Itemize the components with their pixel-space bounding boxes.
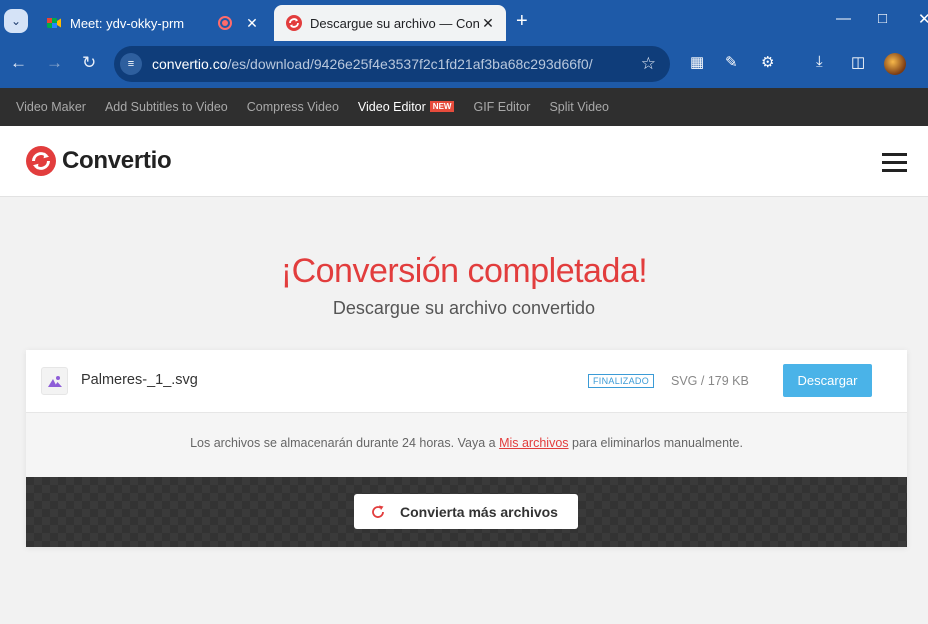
sidepanel-icon[interactable]: ◫ [851, 53, 865, 71]
convert-more-button[interactable]: Convierta más archivos [354, 494, 578, 529]
logo-text: Convertio [62, 147, 172, 174]
site-top-nav: Video Maker Add Subtitles to Video Compr… [0, 88, 928, 126]
meet-icon [47, 18, 61, 28]
tab-convertio[interactable]: Descargue su archivo — Convertio ✕ [274, 5, 506, 41]
nav-video-maker[interactable]: Video Maker [16, 100, 86, 114]
file-name: Palmeres-_1_.svg [81, 372, 198, 388]
site-settings-icon[interactable]: ≡ [120, 53, 142, 75]
page-subtitle: Descargue su archivo convertido [332, 298, 596, 318]
page-title: ¡Conversión completada! [280, 252, 648, 290]
record-icon [218, 16, 232, 30]
tab-title: Descargue su archivo — Convertio [310, 15, 480, 31]
download-icon[interactable]: ⤓ [816, 53, 823, 70]
status-badge: FINALIZADO [588, 374, 655, 388]
nav-compress-video[interactable]: Compress Video [247, 100, 339, 114]
logo[interactable]: Convertio [26, 146, 172, 176]
image-icon [41, 367, 68, 395]
back-icon[interactable]: ← [10, 53, 27, 73]
minimize-icon[interactable]: — [836, 10, 851, 27]
browser-toolbar: ← → ↻ ≡ convertio.co/es/download/9426e25… [0, 41, 928, 88]
close-icon[interactable]: ✕ [244, 15, 260, 32]
hamburger-icon[interactable] [882, 153, 907, 177]
star-icon[interactable]: ☆ [641, 54, 656, 74]
refresh-icon [370, 504, 386, 520]
convert-more-label: Convierta más archivos [400, 503, 558, 520]
site-header: Convertio [0, 126, 928, 197]
extensions-icon[interactable]: ⚙ [761, 53, 774, 71]
tab-meet[interactable]: Meet: ydv-okky-prm ✕ [34, 5, 270, 41]
retention-note: Los archivos se almacenarán durante 24 h… [190, 436, 743, 450]
nav-add-subtitles[interactable]: Add Subtitles to Video [105, 100, 228, 114]
eyedropper-icon[interactable]: ✎ [725, 53, 738, 71]
reload-icon[interactable]: ↻ [82, 53, 96, 73]
browser-titlebar: ⌄ Meet: ydv-okky-prm ✕ Descargue su arch… [0, 0, 928, 41]
chevron-down-icon: ⌄ [10, 14, 22, 28]
file-row: Palmeres-_1_.svg FINALIZADO SVG / 179 KB… [26, 350, 907, 413]
nav-video-editor[interactable]: Video Editor NEW [358, 100, 455, 114]
download-button[interactable]: Descargar [783, 364, 872, 397]
convertio-icon [286, 15, 302, 31]
download-card: Palmeres-_1_.svg FINALIZADO SVG / 179 KB… [26, 350, 907, 547]
tab-search-button[interactable]: ⌄ [4, 9, 28, 33]
close-icon[interactable]: ✕ [480, 15, 496, 32]
plus-icon[interactable]: + [516, 10, 528, 33]
nav-split-video[interactable]: Split Video [549, 100, 609, 114]
file-size: SVG / 179 KB [671, 374, 749, 388]
forward-icon[interactable]: → [46, 53, 63, 73]
new-badge: NEW [429, 101, 455, 112]
maximize-icon[interactable]: □ [878, 10, 887, 27]
translate-icon[interactable]: ▦ [690, 53, 704, 71]
address-bar[interactable]: ≡ convertio.co/es/download/9426e25f4e353… [114, 46, 670, 82]
tab-title: Meet: ydv-okky-prm [70, 15, 185, 31]
avatar[interactable] [884, 53, 906, 75]
convertio-logo-icon [26, 146, 56, 176]
close-window-icon[interactable]: ✕ [918, 10, 928, 28]
url-text[interactable]: convertio.co/es/download/9426e25f4e3537f… [152, 56, 593, 72]
nav-gif-editor[interactable]: GIF Editor [473, 100, 530, 114]
convert-more-area: Convierta más archivos [26, 477, 907, 547]
my-files-link[interactable]: Mis archivos [499, 436, 568, 450]
